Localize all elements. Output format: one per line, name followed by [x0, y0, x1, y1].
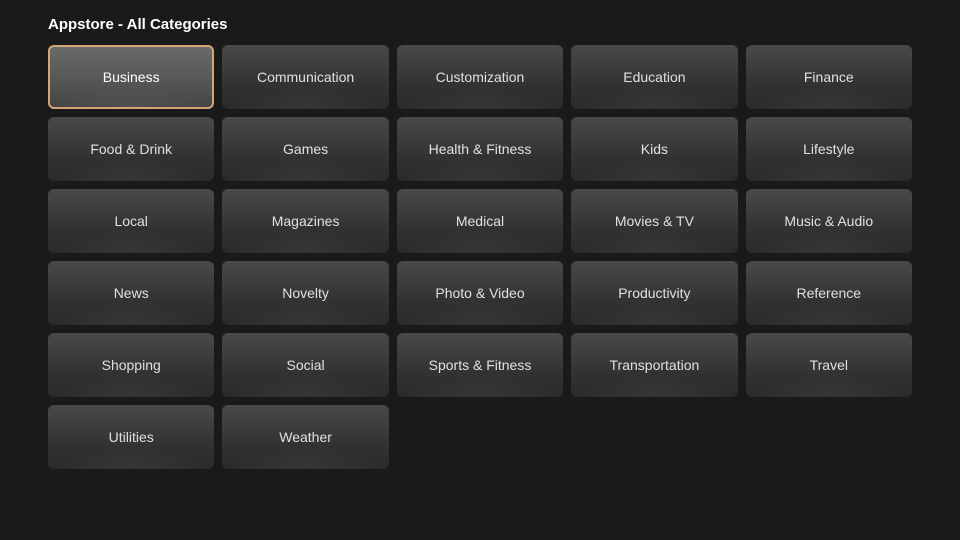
category-btn-novelty[interactable]: Novelty	[222, 261, 388, 325]
categories-grid: Business Communication Customization Educat…	[0, 45, 960, 469]
category-label-utilities: Utilities	[109, 429, 154, 445]
category-btn-communication[interactable]: Communication	[222, 45, 388, 109]
category-btn-movies-tv[interactable]: Movies & TV	[571, 189, 737, 253]
category-btn-photo-video[interactable]: Photo & Video	[397, 261, 563, 325]
category-btn-kids[interactable]: Kids	[571, 117, 737, 181]
category-btn-medical[interactable]: Medical	[397, 189, 563, 253]
category-label-music-audio: Music & Audio	[784, 213, 873, 229]
category-btn-food-drink[interactable]: Food & Drink	[48, 117, 214, 181]
category-btn-music-audio[interactable]: Music & Audio	[746, 189, 912, 253]
category-label-business: Business	[103, 69, 160, 85]
category-btn-productivity[interactable]: Productivity	[571, 261, 737, 325]
category-btn-local[interactable]: Local	[48, 189, 214, 253]
category-btn-lifestyle[interactable]: Lifestyle	[746, 117, 912, 181]
category-label-games: Games	[283, 141, 328, 157]
category-label-magazines: Magazines	[272, 213, 340, 229]
category-label-reference: Reference	[796, 285, 861, 301]
category-label-communication: Communication	[257, 69, 354, 85]
category-label-transportation: Transportation	[610, 357, 700, 373]
category-btn-travel[interactable]: Travel	[746, 333, 912, 397]
category-btn-sports-fitness[interactable]: Sports & Fitness	[397, 333, 563, 397]
category-btn-utilities[interactable]: Utilities	[48, 405, 214, 469]
category-btn-education[interactable]: Education	[571, 45, 737, 109]
page-title: Appstore - All Categories	[0, 0, 960, 45]
category-label-sports-fitness: Sports & Fitness	[429, 357, 532, 373]
category-btn-finance[interactable]: Finance	[746, 45, 912, 109]
category-btn-customization[interactable]: Customization	[397, 45, 563, 109]
category-btn-health-fitness[interactable]: Health & Fitness	[397, 117, 563, 181]
category-btn-shopping[interactable]: Shopping	[48, 333, 214, 397]
category-btn-games[interactable]: Games	[222, 117, 388, 181]
category-label-health-fitness: Health & Fitness	[429, 141, 532, 157]
category-label-social: Social	[287, 357, 325, 373]
category-label-photo-video: Photo & Video	[435, 285, 524, 301]
category-btn-social[interactable]: Social	[222, 333, 388, 397]
category-btn-transportation[interactable]: Transportation	[571, 333, 737, 397]
category-label-medical: Medical	[456, 213, 504, 229]
category-label-education: Education	[623, 69, 685, 85]
category-label-travel: Travel	[810, 357, 848, 373]
category-label-kids: Kids	[641, 141, 668, 157]
category-btn-weather[interactable]: Weather	[222, 405, 388, 469]
category-btn-news[interactable]: News	[48, 261, 214, 325]
category-label-weather: Weather	[279, 429, 332, 445]
category-btn-reference[interactable]: Reference	[746, 261, 912, 325]
category-label-lifestyle: Lifestyle	[803, 141, 854, 157]
category-btn-business[interactable]: Business	[48, 45, 214, 109]
category-label-food-drink: Food & Drink	[90, 141, 172, 157]
category-label-customization: Customization	[436, 69, 525, 85]
category-label-productivity: Productivity	[618, 285, 690, 301]
category-btn-magazines[interactable]: Magazines	[222, 189, 388, 253]
category-label-shopping: Shopping	[102, 357, 161, 373]
category-label-novelty: Novelty	[282, 285, 329, 301]
category-label-local: Local	[114, 213, 147, 229]
category-label-news: News	[114, 285, 149, 301]
category-label-finance: Finance	[804, 69, 854, 85]
category-label-movies-tv: Movies & TV	[615, 213, 694, 229]
